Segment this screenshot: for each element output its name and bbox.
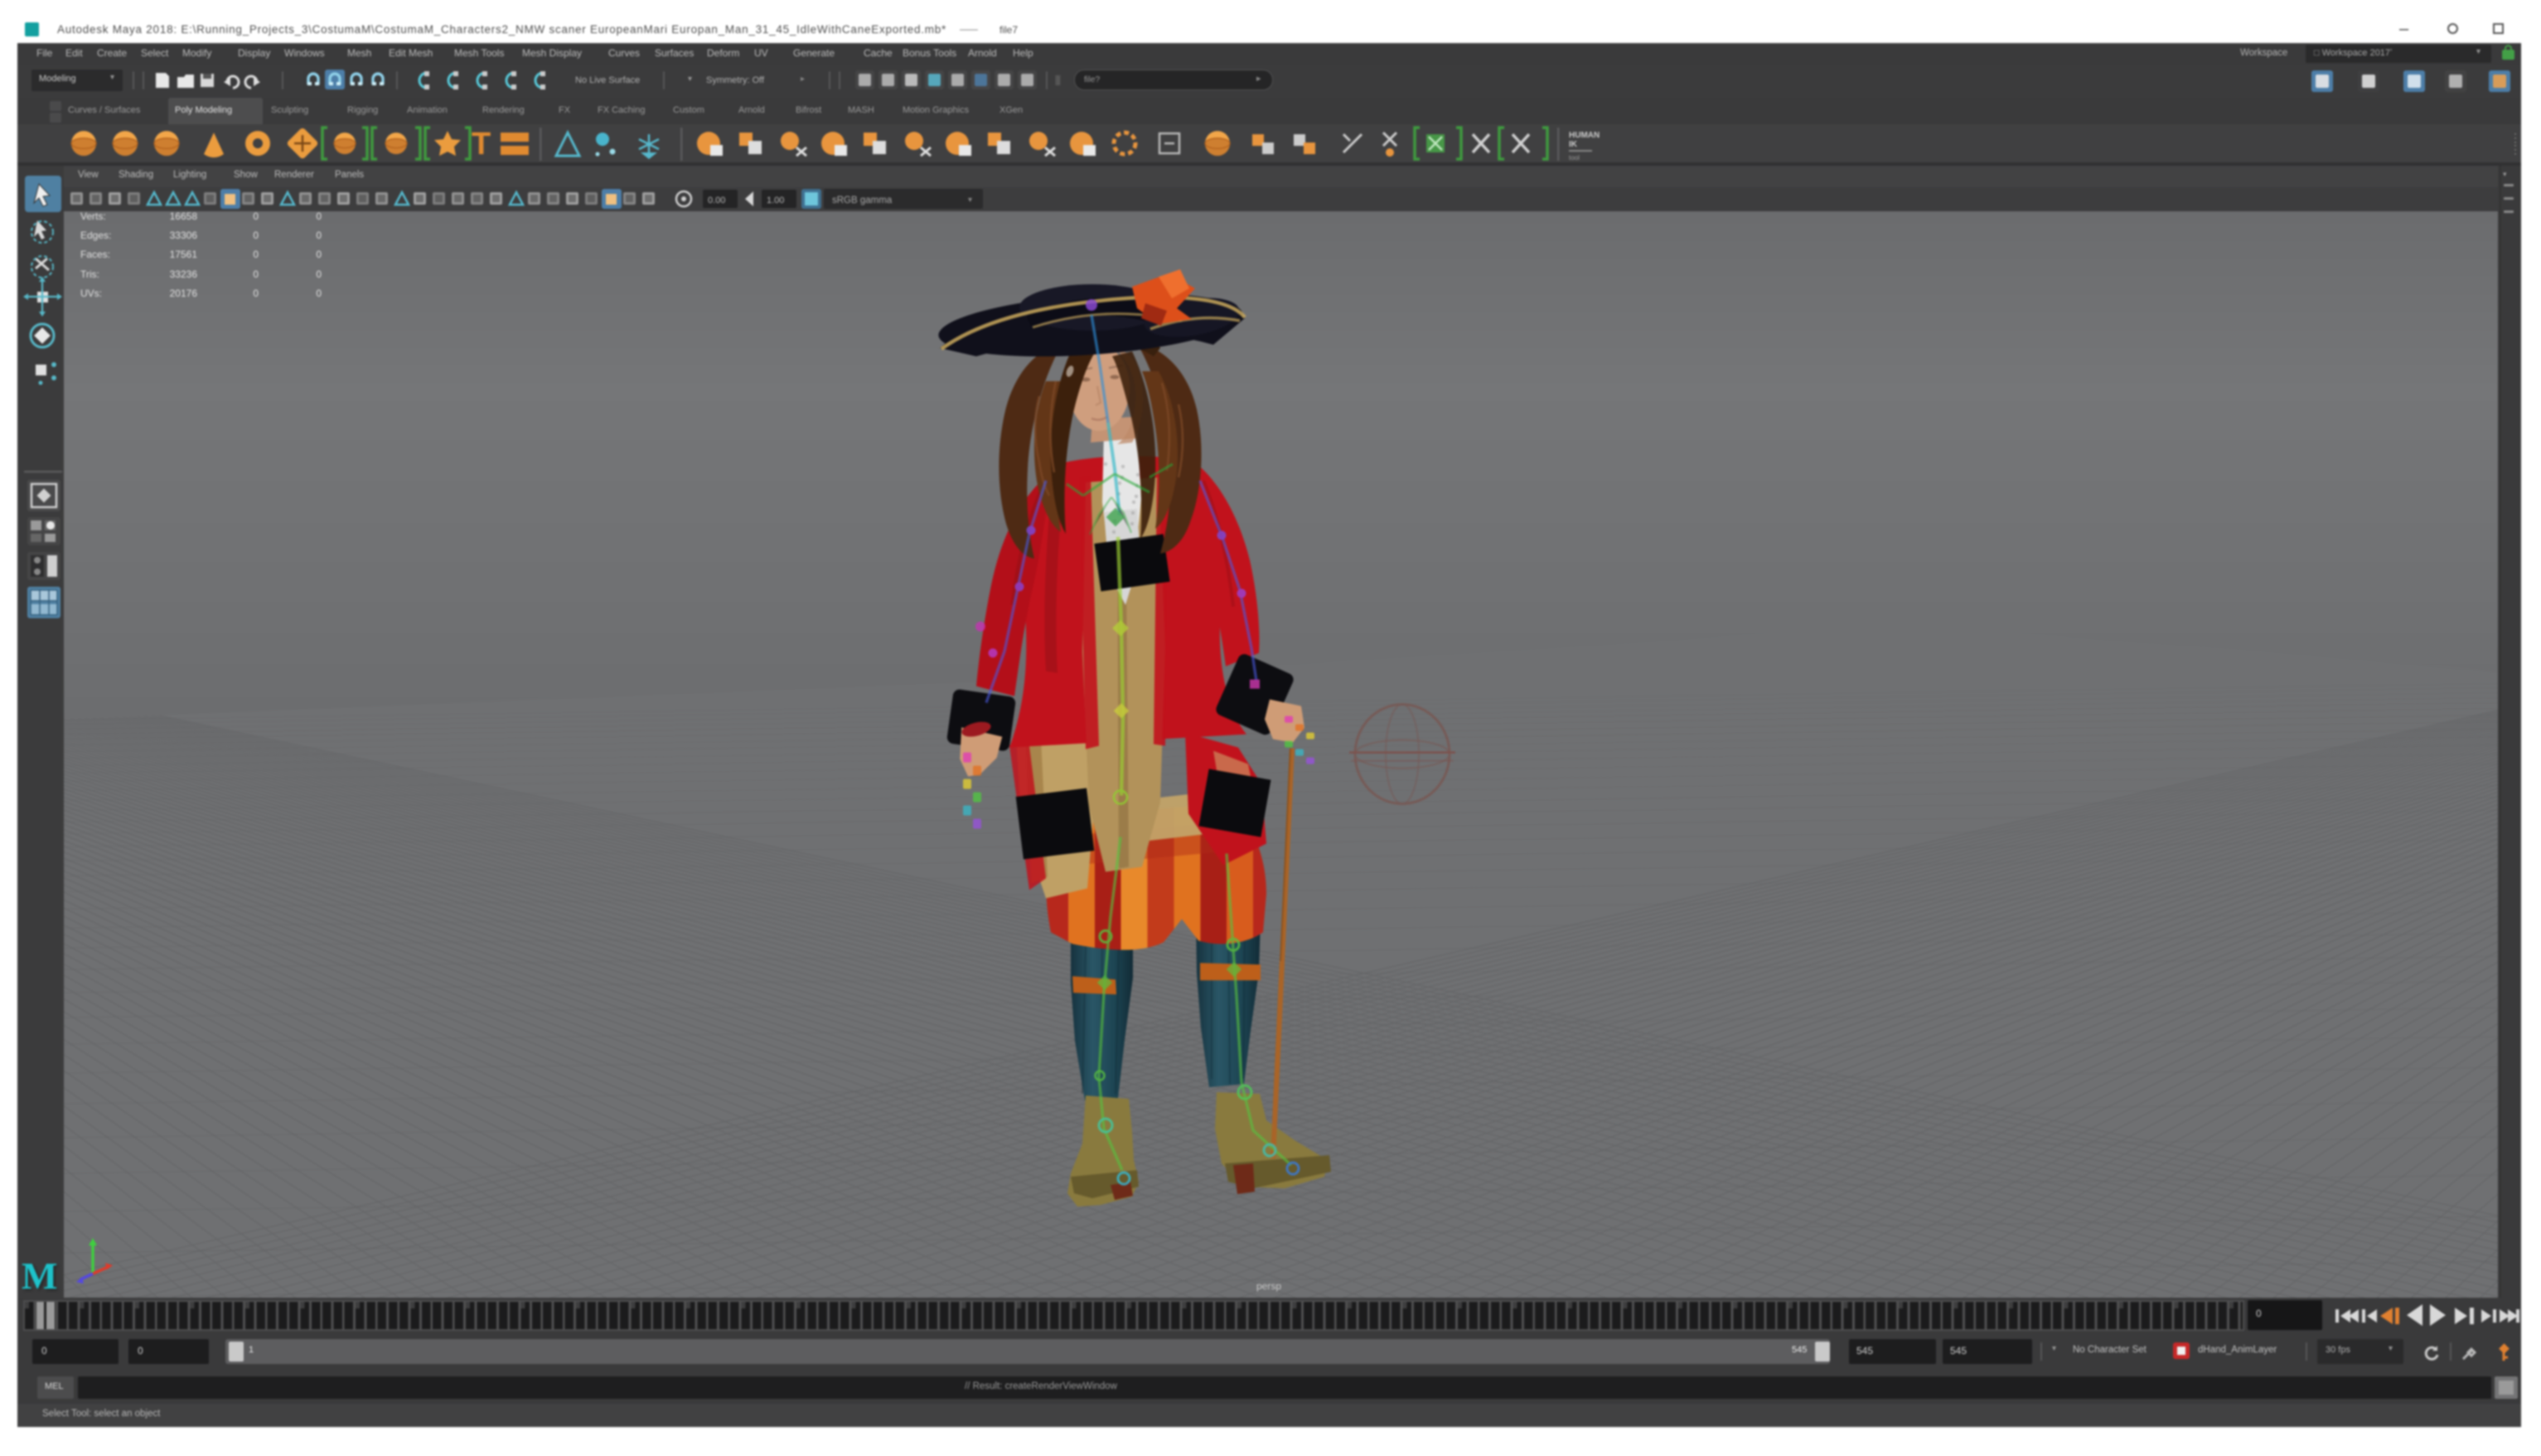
svg-text:persp: persp [1256,1280,1281,1292]
